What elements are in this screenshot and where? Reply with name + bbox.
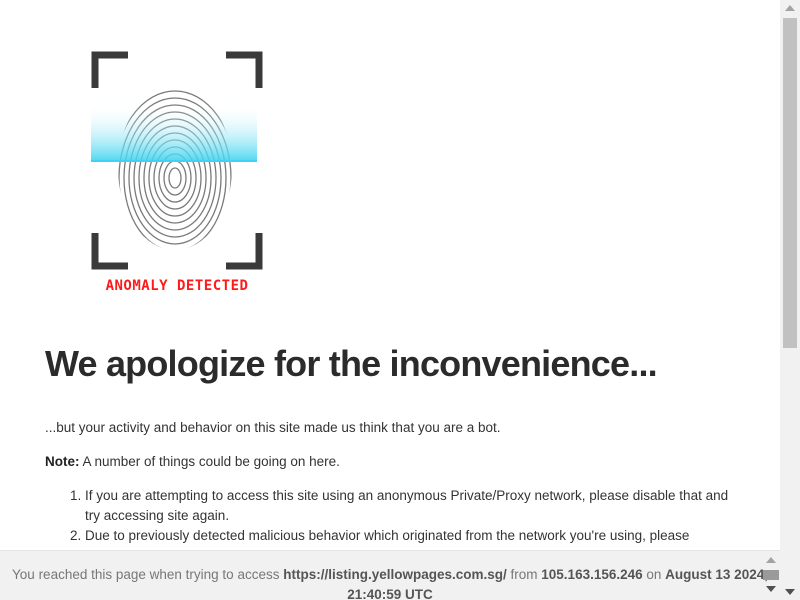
footer-on-label: on [642, 567, 666, 582]
page-viewport: ANOMALY DETECTED We apologize for the in… [0, 0, 800, 600]
scroll-down-button[interactable] [780, 584, 800, 600]
intro-text: ...but your activity and behavior on thi… [45, 420, 501, 435]
footer-url: https://listing.yellowpages.com.sg/ [283, 567, 507, 582]
scroll-thumb[interactable] [783, 18, 797, 348]
page-title: We apologize for the inconvenience... [45, 343, 658, 384]
footer-prefix: You reached this page when trying to acc… [12, 567, 284, 582]
page-scrollbar[interactable] [780, 0, 800, 600]
footer-scrollbar[interactable] [762, 552, 780, 600]
footer-from-label: from [506, 567, 542, 582]
message-body: ...but your activity and behavior on thi… [45, 418, 745, 546]
fingerprint-scan-icon [91, 51, 263, 270]
anomaly-detected-caption: ANOMALY DETECTED [105, 278, 249, 294]
note-paragraph: Note: A number of things could be going … [45, 452, 745, 472]
scroll-up-arrow-icon[interactable] [766, 557, 776, 563]
reasons-list: If you are attempting to access this sit… [45, 486, 745, 546]
scroll-up-arrow-icon [785, 5, 795, 11]
footer-message: You reached this page when trying to acc… [10, 565, 770, 600]
list-item: Due to previously detected malicious beh… [85, 526, 745, 546]
main-content: ANOMALY DETECTED We apologize for the in… [0, 0, 780, 600]
anomaly-logo: ANOMALY DETECTED [88, 48, 266, 298]
list-item: If you are attempting to access this sit… [85, 486, 745, 526]
scroll-thumb[interactable] [763, 570, 779, 580]
scroll-up-button[interactable] [780, 0, 800, 16]
scroll-down-arrow-icon[interactable] [766, 586, 776, 592]
note-label: Note: [45, 454, 80, 469]
footer-ip: 105.163.156.246 [541, 567, 643, 582]
note-text: A number of things could be going on her… [79, 454, 340, 469]
footer-bar: You reached this page when trying to acc… [0, 550, 780, 600]
scroll-down-arrow-icon [785, 589, 795, 595]
